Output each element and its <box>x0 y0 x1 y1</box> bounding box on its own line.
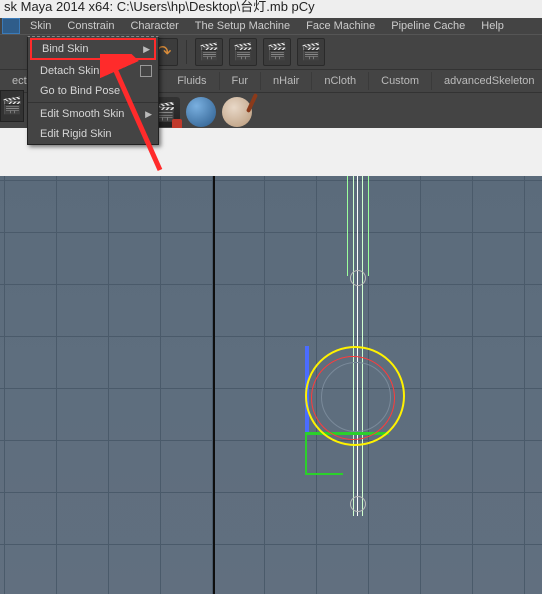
menu-constrain[interactable]: Constrain <box>59 19 122 33</box>
left-panel-fragment: 🎬 <box>0 90 24 130</box>
title-text: sk Maya 2014 x64: C:\Users\hp\Desktop\台灯… <box>4 0 315 14</box>
shelf-tab-ncloth[interactable]: nCloth <box>312 72 369 90</box>
skin-dropdown: Bind Skin ▶ Detach Skin Go to Bind Pose … <box>27 36 159 145</box>
menu-pipeline-cache[interactable]: Pipeline Cache <box>383 19 473 33</box>
menu-item-label: Detach Skin <box>40 65 140 77</box>
left-clapper-icon[interactable]: 🎬 <box>0 90 24 122</box>
viewport[interactable] <box>0 176 542 594</box>
menu-bar: Skin Constrain Character The Setup Machi… <box>0 18 542 34</box>
menu-item-edit-rigid-skin[interactable]: Edit Rigid Skin <box>28 124 158 144</box>
shelf-icon-brush[interactable] <box>222 97 252 127</box>
clapper-2-icon[interactable]: 🎬 <box>229 38 257 66</box>
separator <box>186 40 187 64</box>
menu-item-label: Go to Bind Pose <box>40 85 152 97</box>
shelf-tab-custom[interactable]: Custom <box>369 72 432 90</box>
menu-item-edit-smooth-skin[interactable]: Edit Smooth Skin ▶ <box>28 104 158 124</box>
menu-item-go-to-bind-pose[interactable]: Go to Bind Pose <box>28 81 158 101</box>
menu-setup-machine[interactable]: The Setup Machine <box>187 19 298 33</box>
shelf-tab-fluids[interactable]: Fluids <box>165 72 219 90</box>
menu-separator <box>28 102 158 103</box>
clapper-3-icon[interactable]: 🎬 <box>263 38 291 66</box>
submenu-arrow-icon: ▶ <box>143 44 150 55</box>
clapper-1-icon[interactable]: 🎬 <box>195 38 223 66</box>
menu-item-label: Bind Skin <box>42 43 143 55</box>
gizmo-cross-v <box>305 435 307 473</box>
menu-item-label: Edit Rigid Skin <box>40 128 152 140</box>
menu-item-detach-skin[interactable]: Detach Skin <box>28 61 158 81</box>
shelf-tab-fur[interactable]: Fur <box>220 72 262 90</box>
shelf-tab-nhair[interactable]: nHair <box>261 72 312 90</box>
gizmo-ring-x[interactable] <box>311 356 395 440</box>
rotate-gizmo[interactable] <box>305 346 405 446</box>
menu-character[interactable]: Character <box>122 19 186 33</box>
shelf-tab-advanced-skeleton[interactable]: advancedSkeleton <box>432 72 542 90</box>
shelf-icon-globe[interactable] <box>186 97 216 127</box>
viewport-grid <box>0 176 542 594</box>
submenu-arrow-icon: ▶ <box>145 109 152 120</box>
option-box-icon[interactable] <box>140 65 152 77</box>
menu-face-machine[interactable]: Face Machine <box>298 19 383 33</box>
axis-y-line <box>213 176 215 594</box>
menu-item-bind-skin[interactable]: Bind Skin ▶ <box>30 38 156 60</box>
menu-skin[interactable]: Skin <box>22 19 59 33</box>
clapper-4-icon[interactable]: 🎬 <box>297 38 325 66</box>
title-bar: sk Maya 2014 x64: C:\Users\hp\Desktop\台灯… <box>0 0 542 18</box>
gizmo-cross-h <box>305 473 343 475</box>
joint-circle-top <box>350 270 366 286</box>
menu-item-label: Edit Smooth Skin <box>40 108 145 120</box>
joint-circle-bottom <box>350 496 366 512</box>
menu-pad-icon[interactable] <box>2 18 20 34</box>
menu-help[interactable]: Help <box>473 19 512 33</box>
